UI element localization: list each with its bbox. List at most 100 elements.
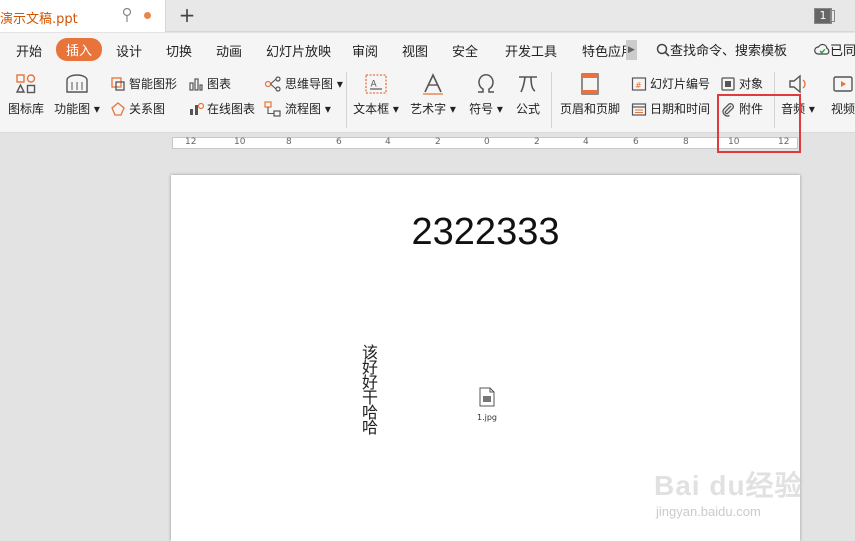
video-icon: [833, 76, 853, 92]
icon-library-icon: [15, 74, 36, 94]
mind-map-button[interactable]: 思维导图 ▾: [264, 75, 343, 92]
command-search-label: 查找命令、搜索模板: [670, 44, 788, 59]
svg-text:A: A: [371, 80, 378, 90]
menu-review[interactable]: 审阅: [352, 41, 378, 60]
slide-title[interactable]: 2322333: [171, 211, 800, 254]
art-text-label: 艺术字 ▾: [410, 102, 456, 116]
online-chart-icon: [190, 102, 204, 115]
formula-button[interactable]: 公式: [512, 72, 544, 117]
flow-chart-button[interactable]: 流程图 ▾: [264, 100, 331, 117]
menu-design[interactable]: 设计: [116, 41, 142, 60]
video-label: 视频: [830, 102, 855, 116]
mind-map-label: 思维导图 ▾: [285, 77, 343, 91]
command-search[interactable]: 查找命令、搜索模板: [656, 40, 787, 59]
text-box-icon: A: [365, 74, 387, 94]
menu-animation[interactable]: 动画: [216, 41, 242, 60]
watermark-brand: Bai du经验: [654, 470, 804, 501]
smart-shape-label: 智能图形: [129, 77, 178, 91]
menu-slideshow[interactable]: 幻灯片放映: [266, 41, 331, 60]
menu-insert[interactable]: 插入: [56, 38, 103, 61]
header-footer-icon: [581, 73, 599, 95]
relation-chart-icon: [111, 101, 125, 116]
art-text-button[interactable]: 艺术字 ▾: [410, 72, 456, 117]
ruler-label: 2: [534, 137, 540, 147]
attachment-highlight-box: [717, 94, 801, 153]
menu-features[interactable]: 特色应用: [582, 41, 626, 60]
date-time-label: 日期和时间: [650, 102, 711, 116]
cloud-sync[interactable]: 已同: [814, 40, 855, 59]
object-icon: [721, 76, 735, 91]
vertical-text-box[interactable]: 该好好干哈哈: [362, 345, 380, 436]
cloud-sync-icon: [814, 43, 830, 55]
chart-label: 图表: [207, 77, 232, 91]
menu-security[interactable]: 安全: [452, 41, 478, 60]
video-button[interactable]: 视频: [826, 72, 855, 117]
calendar-icon: [631, 102, 647, 116]
ruler-label: 2: [435, 137, 441, 147]
pi-icon: [519, 76, 537, 93]
baidu-watermark: Bai du经验 jingyan.baidu.com: [654, 464, 854, 524]
ruler-label: 4: [385, 137, 391, 147]
horizontal-ruler[interactable]: 12 10 8 6 4 2 0 2 4 6 8 10 12: [172, 137, 798, 149]
object-label: 对象: [739, 77, 764, 91]
menu-view[interactable]: 视图: [402, 41, 428, 60]
chart-button[interactable]: 图表: [188, 75, 231, 92]
menu-scroll-right-button[interactable]: ▶: [626, 40, 637, 60]
function-chart-icon: [66, 74, 88, 93]
cloud-sync-label: 已同: [830, 44, 855, 59]
menu-developer[interactable]: 开发工具: [505, 41, 557, 60]
formula-label: 公式: [515, 102, 540, 116]
ruler-label: 6: [336, 137, 342, 147]
menu-start[interactable]: 开始: [16, 41, 42, 60]
icon-library-label: 图标库: [7, 102, 44, 116]
file-icon: [479, 387, 495, 407]
text-box-button[interactable]: A 文本框 ▾: [353, 72, 399, 117]
art-text-icon: [423, 73, 443, 95]
ruler-label: 12: [185, 137, 197, 147]
unsaved-dot-icon: [144, 12, 151, 19]
relation-chart-label: 关系图: [129, 102, 166, 116]
object-button[interactable]: 对象: [720, 75, 763, 92]
ruler-label: 6: [633, 137, 639, 147]
ruler-label: 8: [683, 137, 689, 147]
slide-number-button[interactable]: # 幻灯片编号: [631, 75, 710, 92]
mind-map-icon: [264, 75, 281, 92]
slide-number-icon: #: [631, 76, 647, 91]
search-icon: [656, 43, 670, 57]
function-chart-label: 功能图 ▾: [54, 102, 100, 116]
window-stack-icon: [830, 10, 835, 22]
symbol-button[interactable]: 符号 ▾: [468, 72, 504, 117]
smart-shape-icon: [111, 76, 125, 91]
bar-chart-icon: [189, 77, 203, 91]
svg-text:#: #: [635, 81, 642, 90]
header-footer-label: 页眉和页脚: [559, 102, 620, 116]
pin-icon[interactable]: [121, 7, 133, 23]
flow-chart-label: 流程图 ▾: [285, 102, 331, 116]
speaker-icon: [789, 74, 806, 94]
ruler-label: 4: [583, 137, 589, 147]
watermark-url: jingyan.baidu.com: [656, 504, 761, 519]
icon-library-button[interactable]: 图标库: [6, 72, 46, 117]
slide-number-label: 幻灯片编号: [650, 77, 711, 91]
attachment-object[interactable]: 1.jpg: [477, 387, 497, 422]
relation-chart-button[interactable]: 关系图: [110, 100, 165, 117]
header-footer-button[interactable]: 页眉和页脚: [558, 72, 622, 117]
attachment-filename: 1.jpg: [477, 413, 498, 422]
flow-chart-icon: [264, 100, 281, 117]
smart-shape-button[interactable]: 智能图形: [110, 75, 177, 92]
ribbon-separator: [346, 72, 347, 128]
ruler-label: 10: [234, 137, 246, 147]
symbol-label: 符号 ▾: [469, 102, 503, 116]
ruler-label: 8: [286, 137, 292, 147]
document-tab-name: 演示文稿.ppt: [0, 12, 78, 27]
title-bar: 演示文稿.ppt + 1: [0, 0, 855, 32]
ribbon-separator: [551, 72, 552, 128]
date-time-button[interactable]: 日期和时间: [631, 100, 710, 117]
document-tab[interactable]: 演示文稿.ppt: [0, 0, 166, 32]
new-tab-button[interactable]: +: [176, 3, 198, 27]
ruler-label: 0: [484, 137, 490, 147]
menu-transition[interactable]: 切换: [166, 41, 192, 60]
function-chart-button[interactable]: 功能图 ▾: [53, 72, 101, 117]
online-chart-button[interactable]: 在线图表: [188, 100, 255, 117]
text-box-label: 文本框 ▾: [353, 102, 399, 116]
